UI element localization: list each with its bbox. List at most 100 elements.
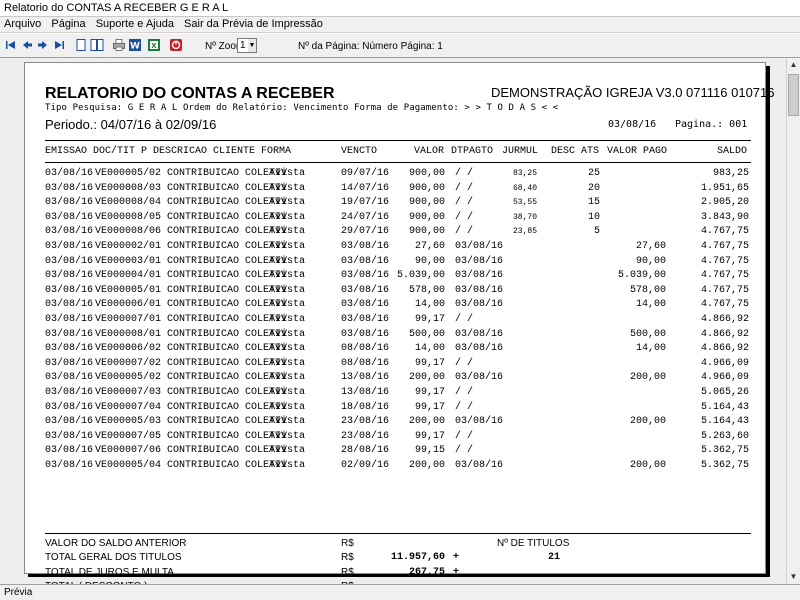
cell-forma: Avista <box>269 284 306 296</box>
col-desc-header: DESC <box>551 146 576 157</box>
cell-forma: Avista <box>269 197 306 209</box>
svg-text:W: W <box>130 42 140 52</box>
cell-dtpagto: 03/08/16 <box>455 343 504 355</box>
cell-forma: Avista <box>269 343 306 355</box>
cell-forma: Avista <box>269 241 306 252</box>
next-page-icon[interactable] <box>36 38 50 52</box>
cell-ats: 5 <box>593 226 600 238</box>
cell-emissao: 03/08/16 <box>45 460 94 471</box>
zoom-select[interactable]: 1 ▼ <box>237 38 257 53</box>
cell-forma: Avista <box>269 168 306 179</box>
cell-dtpagto: 03/08/16 <box>455 328 504 340</box>
first-page-icon[interactable] <box>4 38 18 52</box>
cell-saldo: 5.164,43 <box>700 416 749 428</box>
table-row: 03/08/16 VE000008/06 CONTRIBUICAO COLETIV A… <box>25 225 765 239</box>
table-row: 03/08/16 VE000008/01 CONTRIBUICAO COLETIV A… <box>25 328 765 342</box>
cell-dtpagto: / / <box>455 182 474 194</box>
cell-valor-pago: 14,00 <box>635 343 666 355</box>
filter-line: Tipo Pesquisa: G E R A L Ordem do Relató… <box>45 103 559 113</box>
close-preview-icon[interactable] <box>169 38 183 52</box>
cell-emissao: 03/08/16 <box>45 241 94 252</box>
col-vencto-header: VENCTO <box>341 146 378 157</box>
cell-dtpagto: 03/08/16 <box>455 416 504 428</box>
summary-currency: R$ <box>341 566 354 578</box>
toolbar: W X Nº Zoom 1 ▼ Nº da Página: Número Pág… <box>0 33 800 58</box>
word-export-icon[interactable]: W <box>128 38 142 52</box>
cell-jurmul: 38,70 <box>512 212 537 222</box>
col-left-header: EMISSAO DOC/TIT P DESCRICAO CLIENTE FORM… <box>45 146 292 157</box>
menu-arquivo[interactable]: Arquivo <box>0 17 44 32</box>
cell-doc: VE000008/04 <box>95 197 162 209</box>
scroll-thumb[interactable] <box>788 74 799 116</box>
svg-text:X: X <box>151 42 157 50</box>
cell-valor-pago: 200,00 <box>629 416 666 428</box>
cell-valor: 90,00 <box>414 255 445 267</box>
excel-export-icon[interactable]: X <box>147 38 161 52</box>
cell-saldo: 4.966,09 <box>700 357 749 369</box>
cell-doc: VE000008/06 <box>95 226 162 238</box>
cell-saldo: 4.866,92 <box>700 328 749 340</box>
cell-valor: 900,00 <box>408 197 445 209</box>
cell-forma: Avista <box>269 445 306 457</box>
print-date: 03/08/16 <box>608 119 657 130</box>
cell-valor-pago: 5.039,00 <box>617 270 666 282</box>
summary-currency: R$ <box>341 552 354 564</box>
cell-emissao: 03/08/16 <box>45 416 94 428</box>
cell-emissao: 03/08/16 <box>45 387 94 398</box>
summary-currency: R$ <box>341 538 354 549</box>
cell-saldo: 4.767,75 <box>700 226 749 238</box>
cell-valor: 99,17 <box>414 387 445 398</box>
zoom-value: 1 <box>240 40 246 51</box>
table-row: 03/08/16 VE000005/01 CONTRIBUICAO COLETIV A… <box>25 284 765 298</box>
cell-ats: 10 <box>587 211 600 223</box>
cell-saldo: 4.767,75 <box>700 241 749 252</box>
cell-valor-pago: 200,00 <box>629 372 666 384</box>
col-ats-header: ATS <box>581 146 600 157</box>
cell-emissao: 03/08/16 <box>45 226 94 238</box>
cell-emissao: 03/08/16 <box>45 270 94 282</box>
table-row: 03/08/16 VE000007/02 CONTRIBUICAO COLETIV A… <box>25 357 765 371</box>
cell-valor: 99,15 <box>414 445 445 457</box>
vertical-scrollbar[interactable]: ▲ ▼ <box>786 58 800 584</box>
last-page-icon[interactable] <box>52 38 66 52</box>
cell-saldo: 5.164,43 <box>700 401 749 413</box>
cell-saldo: 4.767,75 <box>700 299 749 311</box>
cell-valor-pago: 14,00 <box>635 299 666 311</box>
cell-doc: VE000007/03 <box>95 387 162 398</box>
table-row: 03/08/16 VE000008/03 CONTRIBUICAO COLETIV A… <box>25 182 765 196</box>
cell-valor: 200,00 <box>408 416 445 428</box>
prev-page-icon[interactable] <box>20 38 34 52</box>
cell-valor: 900,00 <box>408 226 445 238</box>
cell-emissao: 03/08/16 <box>45 430 94 442</box>
print-icon[interactable] <box>112 38 126 52</box>
menu-suporte[interactable]: Suporte e Ajuda <box>92 17 177 32</box>
report-title: RELATORIO DO CONTAS A RECEBER <box>45 85 335 102</box>
scroll-down-icon[interactable]: ▼ <box>787 570 800 584</box>
cell-saldo: 4.866,92 <box>700 343 749 355</box>
cell-saldo: 4.767,75 <box>700 270 749 282</box>
cell-forma: Avista <box>269 314 306 325</box>
chevron-down-icon: ▼ <box>248 39 256 52</box>
summary-sign: + <box>453 566 460 578</box>
table-row: 03/08/16 VE000003/01 CONTRIBUICAO COLETIV A… <box>25 255 765 269</box>
cell-saldo: 5.263,60 <box>700 430 749 442</box>
header-rule-bottom <box>45 162 751 163</box>
cell-forma: Avista <box>269 299 306 311</box>
cell-dtpagto: 03/08/16 <box>455 284 504 296</box>
cell-forma: Avista <box>269 416 306 428</box>
cell-saldo: 5.362,75 <box>700 445 749 457</box>
menu-pagina[interactable]: Página <box>47 17 88 32</box>
cell-doc: VE000008/03 <box>95 182 162 194</box>
menu-sair-previa[interactable]: Sair da Prévia de Impressão <box>180 17 326 32</box>
summary-sign: + <box>453 552 460 564</box>
col-dtpagto-header: DTPAGTO <box>451 146 494 157</box>
cell-valor-pago: 578,00 <box>629 284 666 296</box>
cell-valor: 200,00 <box>408 460 445 471</box>
cell-dtpagto: / / <box>455 168 474 179</box>
preview-viewport: RELATORIO DO CONTAS A RECEBER DEMONSTRAÇ… <box>0 58 786 584</box>
single-page-icon[interactable] <box>74 38 88 52</box>
col-valor-pago-header: VALOR PAGO <box>607 146 668 157</box>
two-pages-icon[interactable] <box>90 38 104 52</box>
scroll-up-icon[interactable]: ▲ <box>787 58 800 72</box>
cell-jurmul: 83,25 <box>512 169 537 178</box>
